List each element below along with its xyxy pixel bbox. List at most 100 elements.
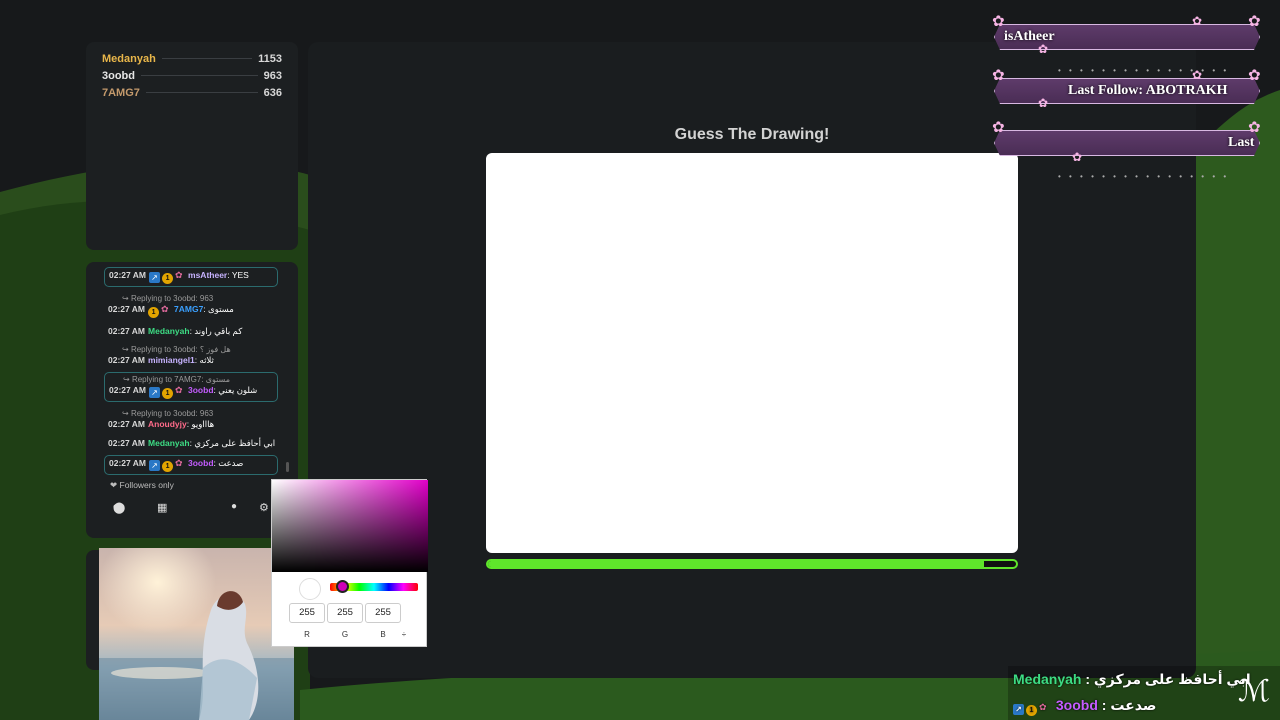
pin-badge-icon: ✿ [175,270,183,280]
arrow-badge-icon: ↗ [1013,704,1024,715]
color-picker: 255 255 255 R G B ÷ [271,479,428,647]
chat-scrollbar[interactable] [286,462,289,472]
alert-text: Last [1228,135,1255,150]
leaderboard-name: 7AMG7 [102,86,140,99]
message-user[interactable]: 3oobd [188,458,214,468]
pin-badge-icon: ✿ [1039,702,1047,712]
followers-only-notice: ❤ Followers only [110,480,174,491]
flower-icon: ✿ [1192,14,1203,28]
message-text: كم باقي راوند [194,326,243,336]
message-text: مستوى [208,304,234,314]
chat-message: 02:27 AM Medanyah: ابي أحافظ على مركزي [108,438,276,448]
leaderboard-score: 636 [263,86,282,99]
message-time: 02:27 AM [108,326,146,336]
message-time: 02:27 AM [108,438,146,448]
chat-bubble-icon[interactable]: ● [231,501,237,512]
reply-text: Replying to 7AMG7: مستوى [131,375,230,384]
leaderboard-row: 7AMG7 636 [102,84,282,101]
leaderboard-row: Medanyah 1153 [102,50,282,67]
followers-label: Followers only [119,480,174,490]
saturation-value-area[interactable] [272,480,428,572]
pin-badge-icon: ✿ [175,385,183,395]
format-toggle-icon[interactable]: ÷ [386,630,422,639]
message-time: 02:27 AM [108,304,146,314]
chat-message: 02:27 AM ↗ 1 ✿ 3oobd: صدعت [104,455,278,475]
tier-badge-icon: 1 [162,461,174,472]
reply-icon: ↪ [123,375,130,384]
overlay-chat-user: 3oobd [1055,697,1098,713]
message-user[interactable]: Anoudyjy [148,419,187,429]
leaderboard-score: 1153 [258,52,282,65]
color-preview [299,578,321,600]
message-user[interactable]: msAtheer [188,270,227,280]
chat-message: ↪ Replying to 3oobd: 963 02:27 AM 1 ✿ 7AMG7:… [104,292,290,320]
decorative-dots: • • • • • • • • • • • • • • • • [1058,172,1230,181]
reply-text: Replying to 3oobd: 963 [130,409,214,418]
message-time: 02:27 AM [109,458,147,468]
flower-icon: ✿ [992,13,1005,30]
message-user[interactable]: 3oobd [188,385,214,395]
message-user[interactable]: Medanyah [148,438,190,448]
green-input[interactable]: 255 [327,603,363,623]
leaderboard: Medanyah 1153 3oobd 963 7AMG7 636 [86,42,298,250]
message-user[interactable]: 7AMG7 [174,304,203,314]
arrow-badge-icon: ↗ [149,387,161,398]
blue-input[interactable]: 255 [365,603,401,623]
message-time: 02:27 AM [108,419,146,429]
timer-progress-fill [488,561,985,567]
chat-panel: 02:27 AM ↗ 1 ✿ msAtheer: YES ↪ Replying to 3o… [86,262,298,538]
chat-toolbar: ⬤ ∞ ▦ ● ⚙ [113,501,273,517]
chat-message: ↪ Replying to 3oobd: هل فوز ؟ 02:27 AM mim… [104,343,290,368]
leaderboard-score: 963 [263,69,282,82]
overlay-chat: Medanyah : ابي أحافظ على مركزي ↗ 1 ✿ 3oobd… [1008,666,1280,720]
webcam-image [99,548,294,720]
message-user[interactable]: Medanyah [148,326,190,336]
pin-badge-icon: ✿ [175,458,183,468]
drawing-canvas[interactable] [486,153,1018,553]
timer-progress-bar [486,559,1018,569]
alert-banner: ✿ ✿ ✿ ✿ isAtheer [992,14,1262,56]
flower-icon: ✿ [1038,96,1049,110]
green-label: G [341,630,349,639]
reply-context: ↪ Replying to 3oobd: هل فوز ؟ [122,345,286,355]
flower-icon: ✿ [1072,150,1083,164]
reply-icon: ↪ [122,345,129,354]
message-time: 02:27 AM [109,385,147,395]
tier-badge-icon: 1 [1026,705,1037,716]
red-label: R [304,630,310,639]
hue-slider-thumb[interactable] [336,580,349,593]
message-user[interactable]: mimiangel1 [148,355,195,365]
pin-badge-icon: ✿ [161,304,169,314]
chat-message: 02:27 AM ↗ 1 ✿ msAtheer: YES [104,267,278,287]
overlay-chat-text: صدعت [1110,697,1157,713]
red-input[interactable]: 255 [289,603,325,623]
message-text: شلون يعني [218,385,258,395]
leaderboard-name: Medanyah [102,52,156,65]
store-icon[interactable]: ▦ [157,501,167,514]
alert-text: isAtheer [1004,29,1055,44]
arrow-badge-icon: ↗ [149,460,161,471]
alert-banner: ✿ ✿ ✿ Last [992,120,1262,164]
message-text: ابي أحافظ على مركزي [194,438,276,448]
heart-icon: ❤ [110,480,118,490]
tier-badge-icon: 1 [162,273,174,284]
gear-icon[interactable]: ⚙ [259,501,269,514]
flower-icon: ✿ [1248,67,1261,84]
reply-context: ↪ Replying to 3oobd: 963 [122,409,286,419]
flower-icon: ✿ [1248,119,1261,136]
overlay-chat-line: Medanyah : ابي أحافظ على مركزي [1013,671,1251,688]
alert-banner: ✿ ✿ ✿ ✿ Last Follow: ABOTRAKH [992,68,1262,110]
chat-message: ↪ Replying to 7AMG7: مستوى 02:27 AM ↗ 1 ✿ 3oo… [104,372,278,402]
points-value: ∞ [113,501,121,513]
overlay-chat-text: ابي أحافظ على مركزي [1093,671,1251,687]
tier-badge-icon: 1 [148,307,160,318]
reply-icon: ↪ [122,294,129,303]
game-title: Guess The Drawing! [674,126,830,143]
alert-text: Last Follow: ABOTRAKH [1068,83,1228,98]
flower-icon: ✿ [1248,13,1261,30]
overlay-chat-separator: : [1097,697,1111,713]
message-text: صدعت [218,458,244,468]
message-text: YES [231,270,249,280]
reply-icon: ↪ [122,409,129,418]
tier-badge-icon: 1 [162,388,174,399]
